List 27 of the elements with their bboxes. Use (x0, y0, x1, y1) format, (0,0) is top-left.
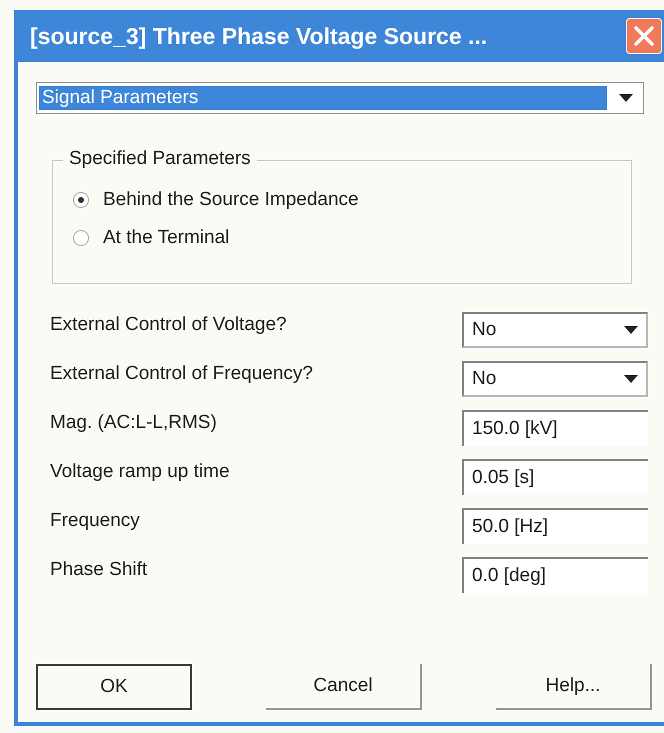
parameter-label: Voltage ramp up time (50, 460, 230, 484)
parameter-label: Phase Shift (50, 558, 148, 582)
dialog-button[interactable]: Cancel (266, 664, 422, 710)
parameter-label: External Control of Voltage? (50, 313, 287, 337)
input-field[interactable]: 150.0 [kV] (462, 410, 648, 446)
page-dropdown[interactable]: Signal Parameters (36, 82, 644, 114)
radio-button[interactable] (73, 230, 89, 246)
parameter-label: Frequency (50, 509, 140, 533)
caret-icon (624, 375, 638, 383)
close-icon (631, 23, 657, 49)
radio-label[interactable]: At the Terminal (103, 227, 230, 249)
radio-label[interactable]: Behind the Source Impedance (103, 189, 359, 211)
input-field[interactable]: 0.05 [s] (462, 459, 648, 495)
window-title: [source_3] Three Phase Voltage Source ... (30, 22, 488, 50)
dropdown-field[interactable]: No (462, 312, 648, 348)
parameter-label: Mag. (AC:L-L,RMS) (50, 411, 217, 435)
caret-icon (624, 326, 638, 334)
dropdown-field[interactable]: No (462, 361, 648, 397)
caret-icon (619, 94, 633, 102)
input-field[interactable]: 0.0 [deg] (462, 557, 648, 593)
parameter-label: External Control of Frequency? (50, 362, 313, 386)
dialog-button[interactable]: OK (36, 664, 192, 710)
dialog-button[interactable]: Help... (496, 664, 652, 710)
radio-button[interactable] (73, 192, 89, 208)
group-title: Specified Parameters (63, 148, 257, 170)
input-field[interactable]: 50.0 [Hz] (462, 508, 648, 544)
close-button[interactable] (626, 18, 662, 54)
